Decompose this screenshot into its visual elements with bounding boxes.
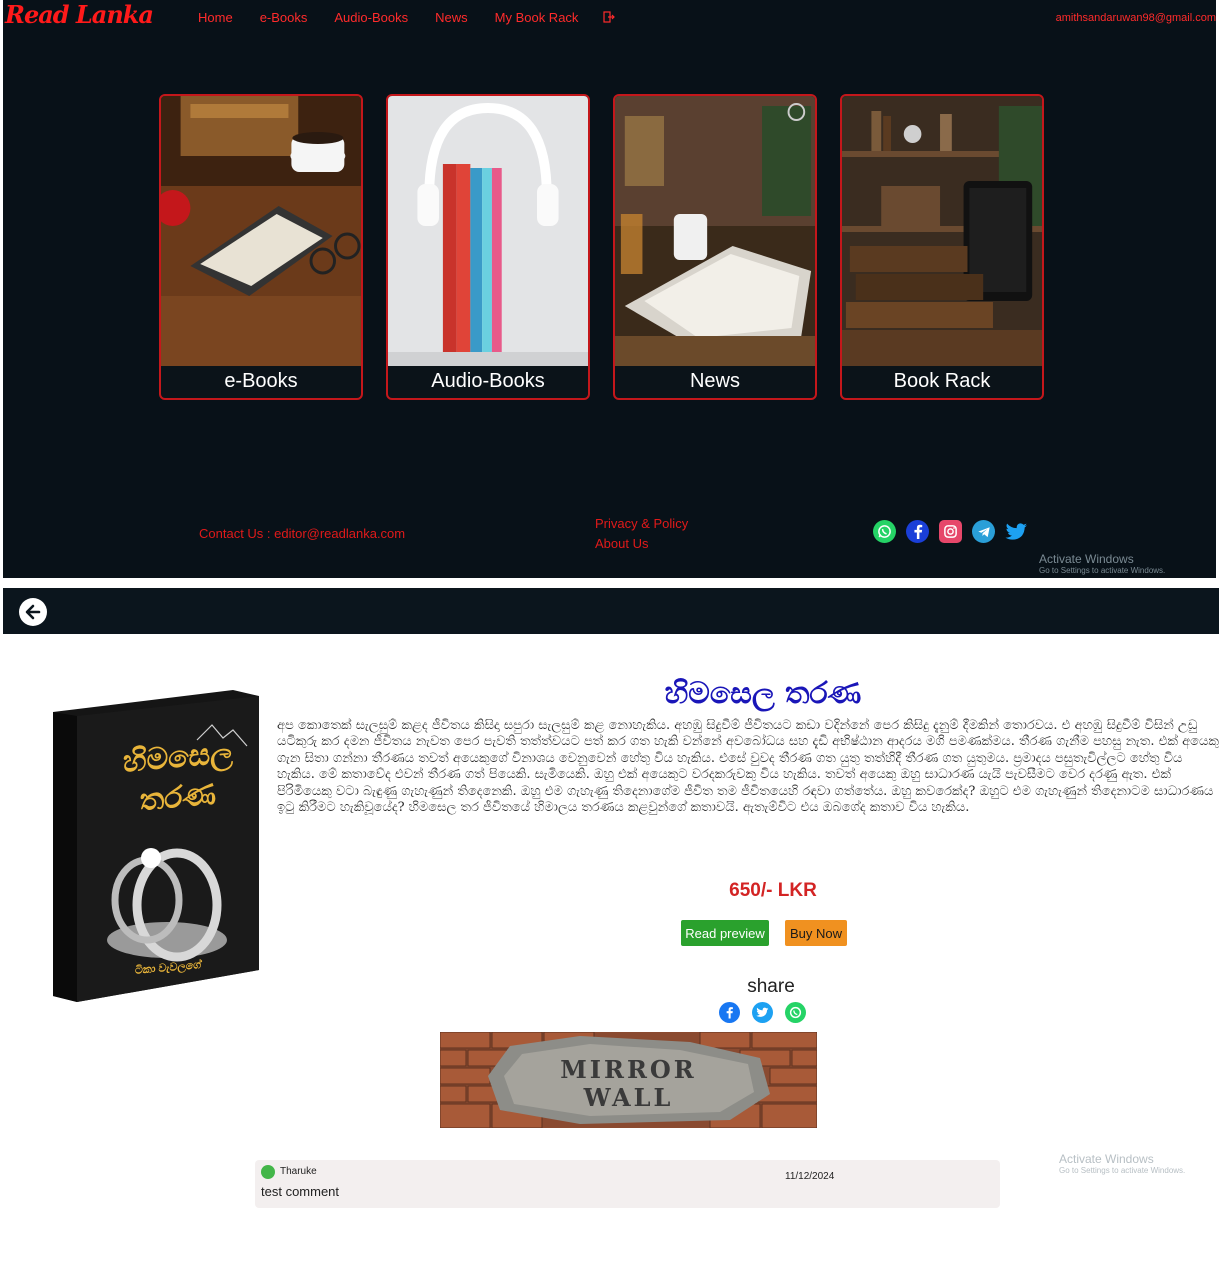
book-description: අප කොතෙක් සැලසුම් කළද ජීවිතය කිසිදා සපුර… <box>277 718 1219 816</box>
banner-line2: WALL <box>583 1083 674 1112</box>
book-detail-screen: හිමසෙල තරණ ටිකා වැවලගේ හිමසෙල තරණ අප කොත… <box>3 582 1219 1280</box>
share-whatsapp-icon[interactable] <box>785 1002 806 1023</box>
card-news[interactable]: News <box>613 94 817 400</box>
privacy-policy-link[interactable]: Privacy & Policy <box>595 514 688 534</box>
user-email: amithsandaruwan98@gmail.com <box>1055 12 1216 24</box>
nav-link-home[interactable]: Home <box>198 10 233 25</box>
arrow-left-icon <box>25 604 41 620</box>
read-preview-button[interactable]: Read preview <box>681 920 769 946</box>
user-avatar-icon <box>261 1165 275 1179</box>
book-title: හිමසෙල තරණ <box>664 676 862 711</box>
nav-links: Home e-Books Audio-Books News My Book Ra… <box>198 10 605 25</box>
audiobooks-image <box>388 96 588 366</box>
card-label-ebooks: e-Books <box>224 370 298 392</box>
banner-text: MIRROR WALL <box>440 1056 817 1112</box>
nav-link-news[interactable]: News <box>435 10 468 25</box>
card-audiobooks[interactable]: Audio-Books <box>386 94 590 400</box>
instagram-icon[interactable] <box>939 520 962 543</box>
book-price: 650/- LKR <box>729 880 817 901</box>
news-image <box>615 96 815 366</box>
card-book-rack[interactable]: Book Rack <box>840 94 1044 400</box>
back-button[interactable] <box>19 598 47 626</box>
comment-card: Tharuke 11/12/2024 test comment <box>255 1160 1000 1208</box>
watermark-title: Activate Windows <box>1039 552 1134 566</box>
book-rack-image <box>842 96 1042 366</box>
card-label-book-rack: Book Rack <box>893 370 991 392</box>
ebooks-image <box>161 96 361 366</box>
share-icons <box>719 1002 806 1023</box>
card-label-news: News <box>689 370 740 392</box>
page: Read Lanka Home e-Books Audio-Books News… <box>0 0 1219 1280</box>
nav-link-audiobooks[interactable]: Audio-Books <box>334 10 408 25</box>
logout-icon[interactable] <box>603 11 615 23</box>
book-cover: හිමසෙල තරණ ටිකා වැවලගේ <box>47 690 259 1006</box>
mirror-wall-banner[interactable]: MIRROR WALL <box>440 1032 817 1128</box>
share-facebook-icon[interactable] <box>719 1002 740 1023</box>
watermark-subtitle: Go to Settings to activate Windows. <box>1039 566 1166 575</box>
watermark-title-2: Activate Windows <box>1059 1152 1154 1166</box>
windows-activation-watermark: Activate Windows Go to Settings to activ… <box>1039 552 1165 575</box>
card-ebooks[interactable]: e-Books <box>159 94 363 400</box>
comment-text: test comment <box>261 1184 340 1199</box>
comment-username: Tharuke <box>280 1166 317 1177</box>
share-twitter-icon[interactable] <box>752 1002 773 1023</box>
detail-topbar <box>3 588 1219 634</box>
card-label-audiobooks: Audio-Books <box>431 370 545 392</box>
site-logo[interactable]: Read Lanka <box>5 0 154 29</box>
buy-now-button[interactable]: Buy Now <box>785 920 847 946</box>
telegram-icon[interactable] <box>972 520 995 543</box>
about-us-link[interactable]: About Us <box>595 534 688 554</box>
share-label: share <box>747 976 795 997</box>
nav-link-ebooks[interactable]: e-Books <box>260 10 308 25</box>
cover-title: හිමසෙල තරණ <box>103 731 253 824</box>
watermark-subtitle-2: Go to Settings to activate Windows. <box>1059 1166 1186 1175</box>
twitter-icon[interactable] <box>1005 520 1028 543</box>
footer-social-icons <box>873 520 1028 543</box>
contact-us-link[interactable]: Contact Us : editor@readlanka.com <box>199 526 405 541</box>
nav-link-my-book-rack[interactable]: My Book Rack <box>495 10 579 25</box>
comment-date: 11/12/2024 <box>785 1171 835 1182</box>
navbar: Read Lanka Home e-Books Audio-Books News… <box>3 0 1216 36</box>
windows-activation-watermark-2: Activate Windows Go to Settings to activ… <box>1059 1152 1185 1175</box>
home-screen: Read Lanka Home e-Books Audio-Books News… <box>3 0 1216 578</box>
footer-links: Privacy & Policy About Us <box>595 514 688 554</box>
banner-line1: MIRROR <box>560 1055 697 1084</box>
whatsapp-icon[interactable] <box>873 520 896 543</box>
category-cards: e-Books Audio-Books News Book Rack <box>159 94 1049 400</box>
facebook-icon[interactable] <box>906 520 929 543</box>
